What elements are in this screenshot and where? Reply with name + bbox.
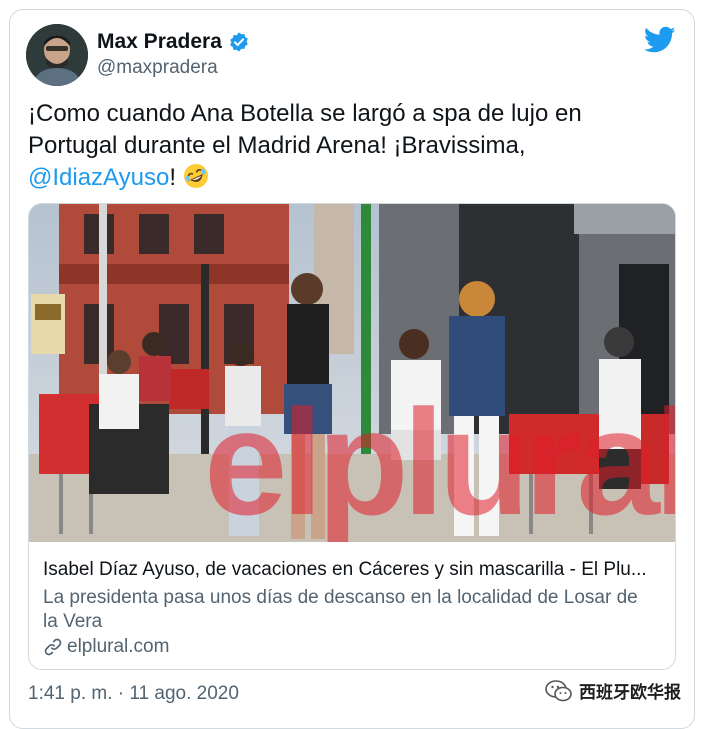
author-name-row[interactable]: Max Pradera <box>97 30 250 54</box>
watermark-text: 西班牙欧华报 <box>579 683 681 702</box>
verified-badge-icon <box>228 31 250 53</box>
twitter-bird-icon[interactable] <box>643 26 676 54</box>
tweet-timestamp[interactable]: 1:41 p. m. · 11 ago. 2020 <box>28 683 239 705</box>
link-card-title[interactable]: Isabel Díaz Ayuso, de vacaciones en Cáce… <box>43 559 663 581</box>
avatar[interactable] <box>26 24 88 86</box>
author-name[interactable]: Max Pradera <box>97 30 222 54</box>
link-preview-card[interactable]: elplural Isabel Díaz Ayuso, de vacacione… <box>28 203 676 670</box>
source-watermark: 西班牙欧华报 <box>545 678 681 703</box>
mention-link[interactable]: @IdiazAyuso <box>28 164 169 191</box>
link-icon <box>43 637 63 657</box>
link-card-domain-row[interactable]: elplural.com <box>43 636 169 658</box>
link-card-description: La presidenta pasa unos días de descanso… <box>43 587 638 632</box>
link-preview-image[interactable]: elplural <box>29 204 675 542</box>
tweet-text: ¡Como cuando Ana Botella se largó a spa … <box>28 98 668 194</box>
author-handle[interactable]: @maxpradera <box>97 57 218 79</box>
image-watermark-text: elplural <box>204 378 675 542</box>
link-card-domain[interactable]: elplural.com <box>67 636 169 658</box>
rolling-laughing-emoji-icon <box>183 163 209 189</box>
tweet-text-body: ¡Como cuando Ana Botella se largó a spa … <box>28 100 582 159</box>
tweet-text-end: ! <box>169 164 183 191</box>
wechat-watermark-icon <box>545 679 573 702</box>
